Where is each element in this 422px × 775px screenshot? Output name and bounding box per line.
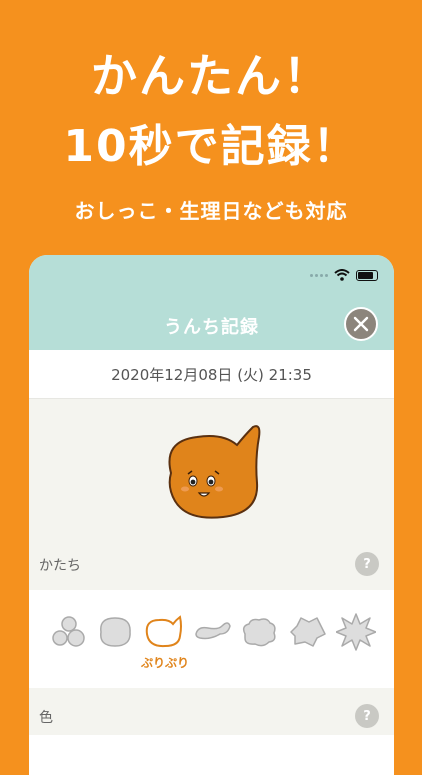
color-selector [29,735,394,775]
app-header: うんち記録 [29,255,394,350]
signal-icon [310,273,328,277]
shape-selector: ぷりぷり [29,590,394,688]
battery-icon [356,269,378,281]
phone-screen: うんち記録 2020年12月08日 (火) 21:35 かたち ? ぷりぷり 色… [29,255,394,775]
screen-title: うんち記録 [164,317,259,338]
sperm-shape-icon[interactable] [192,612,232,652]
mascot-illustration [168,425,261,519]
shape-section-label: かたち [39,558,81,574]
mascot-outline-icon[interactable] [143,612,183,652]
promo-subheadline: 10秒で記録！ [63,121,359,172]
datetime-text: 2020年12月08日 (火) 21:35 [111,365,312,384]
splat-icon[interactable] [287,612,327,652]
status-bar [310,269,378,281]
burst-icon[interactable] [336,612,376,652]
round-blob-icon[interactable] [95,612,135,652]
wifi-icon [334,269,350,281]
close-icon [353,316,369,332]
color-help-button[interactable]: ? [355,704,379,728]
color-section-label: 色 [39,710,53,726]
shape-help-button[interactable]: ? [355,552,379,576]
promo-headline: かんたん！ [91,49,331,103]
close-button[interactable] [344,307,378,341]
selected-shape-caption: ぷりぷり [140,656,189,670]
pebbles-icon[interactable] [49,612,89,652]
promo-caption: おしっこ・生理日なども対応 [74,199,348,223]
cloud-blob-icon[interactable] [239,612,279,652]
datetime-selector[interactable]: 2020年12月08日 (火) 21:35 [29,350,394,399]
